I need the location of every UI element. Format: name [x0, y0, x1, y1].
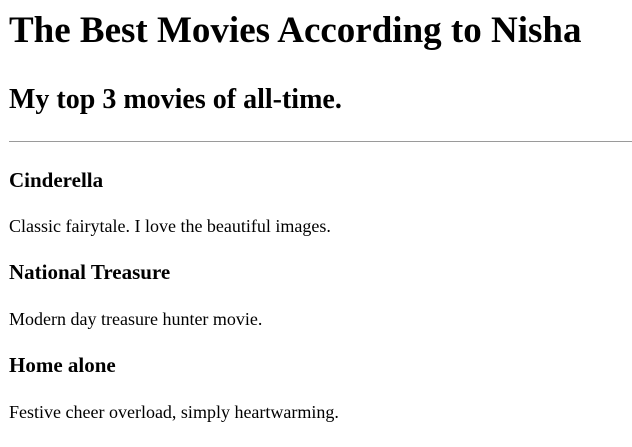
- movie-item: Home alone Festive cheer overload, simpl…: [9, 352, 632, 423]
- movie-description: Festive cheer overload, simply heartwarm…: [9, 402, 339, 422]
- movie-item: Cinderella Classic fairytale. I love the…: [9, 167, 632, 237]
- page-content: The Best Movies According to Nisha My to…: [0, 0, 632, 423]
- page-subtitle: My top 3 movies of all-time.: [9, 84, 342, 115]
- movie-title: Home alone: [9, 353, 116, 377]
- movie-item: National Treasure Modern day treasure hu…: [9, 259, 632, 330]
- page-title: The Best Movies According to Nisha: [9, 10, 582, 51]
- movie-title: Cinderella: [9, 168, 104, 192]
- movie-list: Cinderella Classic fairytale. I love the…: [9, 167, 632, 423]
- movie-description: Classic fairytale. I love the beautiful …: [9, 216, 331, 236]
- movie-title: National Treasure: [9, 260, 171, 284]
- movie-description: Modern day treasure hunter movie.: [9, 309, 263, 329]
- divider: [9, 141, 632, 142]
